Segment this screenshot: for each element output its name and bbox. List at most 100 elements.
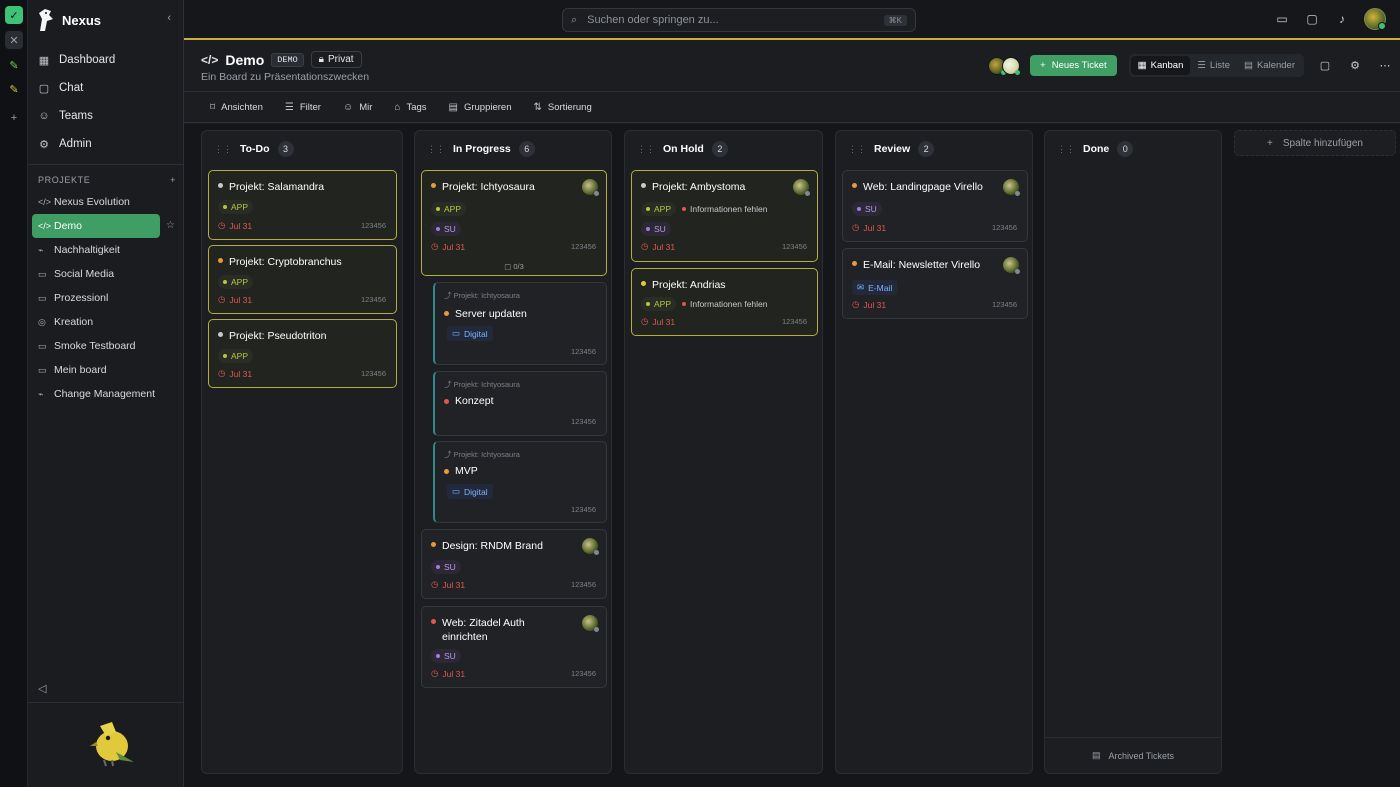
column-header[interactable]: ⋮⋮ Done 0 [1057,141,1134,157]
more-icon[interactable]: ⋯ [1376,57,1394,75]
ticket-card[interactable]: Projekt: Ichtyosaura APP SU ◷ Jul 31 1234… [421,170,607,276]
subtask-count[interactable]: ▢ 0/3 [422,262,606,271]
toolbar-filter[interactable]: ☰ Filter [285,102,321,113]
toolbar-tags[interactable]: ⌂ Tags [394,102,426,113]
column-title: On Hold [663,143,704,155]
kanban-icon: ▦ [1137,60,1147,71]
app-leaf-icon[interactable]: ✎ [5,56,23,74]
tag-su: SU [431,560,461,574]
drag-handle-icon[interactable]: ⋮⋮ [214,144,232,155]
project-label: Prozessionl [54,292,109,304]
project-list: </> Nexus Evolution </> Demo ☆ ⌁ Nachhaltigk… [32,190,180,406]
logo-icon [39,9,53,31]
main-nav: ▦ Dashboard ▢ Chat ☺ Teams ⚙ Admin [34,46,178,158]
ticket-card[interactable]: Web: Zitadel Auth einrichten SU ◷ Jul 31 … [421,606,607,688]
project-item[interactable]: ▭ Mein board [32,358,180,382]
column-header[interactable]: ⋮⋮ On Hold 2 [637,141,728,157]
nav-item-chat[interactable]: ▢ Chat [34,74,178,102]
subtask-card[interactable]: ⤴ Projekt: Ichtyosaura MVP ▭ Digital 1234… [433,441,607,523]
project-item[interactable]: </> Nexus Evolution [32,190,180,214]
member-avatars[interactable] [988,56,1021,75]
drag-handle-icon[interactable]: ⋮⋮ [848,144,866,155]
user-avatar[interactable] [1364,8,1386,30]
ticket-card[interactable]: Web: Landingpage Virello SU ◷ Jul 31 1234… [842,170,1028,242]
bell-icon[interactable]: ♪ [1334,11,1350,27]
search-bar[interactable]: ⌕ Suchen oder springen zu... ⌘K [562,8,916,32]
ticket-card[interactable]: Projekt: Ambystoma APP Informationen feh… [631,170,818,262]
messages-icon[interactable]: ▢ [1304,11,1320,27]
folder-icon: ▭ [38,364,47,375]
tag-su: SU [431,649,461,663]
project-item[interactable]: ⌁ Nachhaltigkeit [32,238,180,262]
drag-handle-icon[interactable]: ⋮⋮ [637,144,655,155]
clock-icon: ◷ [852,299,860,309]
collapse-sidebar-icon[interactable]: ‹ [167,12,171,24]
add-project-icon[interactable]: + [170,175,176,185]
view-kanban[interactable]: ▦ Kanban [1130,56,1191,75]
due-date: ◷ Jul 31 [852,299,887,310]
ticket-card[interactable]: Projekt: Pseudotriton APP ◷ Jul 31 123456 [208,319,397,388]
archived-tickets-button[interactable]: ▤ Archived Tickets [1045,737,1221,773]
column-header[interactable]: ⋮⋮ Review 2 [848,141,935,157]
brand[interactable]: Nexus [36,6,101,34]
subtask-card[interactable]: ⤴ Projekt: Ichtyosaura Server updaten ▭ D… [433,282,607,365]
bookmark-icon: ⌑ [210,102,216,113]
star-icon[interactable]: ☆ [166,220,175,231]
column-header[interactable]: ⋮⋮ To-Do 3 [214,141,294,157]
status-dot [431,183,436,188]
nav-item-dashboard[interactable]: ▦ Dashboard [34,46,178,74]
assignee-avatar[interactable] [1003,179,1020,196]
project-item[interactable]: ▭ Smoke Testboard [32,334,180,358]
drag-handle-icon[interactable]: ⋮⋮ [427,144,445,155]
app-leaf-icon-2[interactable]: ✎ [5,80,23,98]
column-header[interactable]: ⋮⋮ In Progress 6 [427,141,535,157]
toolbar-group[interactable]: ▤ Gruppieren [449,102,512,113]
view-list[interactable]: ☰ Liste [1190,56,1237,75]
ticket-card[interactable]: Projekt: Salamandra APP ◷ Jul 31 123456 [208,170,397,240]
top-actions: ▭ ▢ ♪ [1274,8,1386,30]
ticket-title: Projekt: Salamandra [229,181,325,193]
announce-icon[interactable]: ◁ [38,682,46,695]
ticket-id: 123456 [570,505,596,514]
nav-item-teams[interactable]: ☺ Teams [34,102,178,130]
project-item[interactable]: ▭ Prozessionl [32,286,180,310]
drag-handle-icon[interactable]: ⋮⋮ [1057,144,1075,155]
project-label: Social Media [54,268,115,280]
assignee-avatar[interactable] [793,179,810,196]
view-calendar[interactable]: ▤ Kalender [1237,56,1302,75]
column-count: 2 [918,141,935,157]
ticket-card[interactable]: Projekt: Cryptobranchus APP ◷ Jul 31 1234… [208,245,397,314]
toolbar-mine[interactable]: ☺ Mir [343,102,372,113]
assignee-avatar[interactable] [582,179,599,196]
ticket-card[interactable]: Projekt: Andrias APP Informationen fehle… [631,268,818,336]
ticket-card[interactable]: Design: RNDM Brand SU ◷ Jul 31 123456 [421,529,607,599]
assignee-avatar[interactable] [582,615,599,632]
comments-icon[interactable]: ▢ [1316,57,1334,75]
ticket-title: MVP [455,465,478,477]
project-item[interactable]: ⌁ Change Management [32,382,180,406]
assignee-avatar[interactable] [582,538,599,555]
add-workspace-icon[interactable]: + [5,109,23,127]
monitor-icon[interactable]: ▭ [1274,11,1290,27]
add-column-button[interactable]: + Spalte hinzufügen [1234,130,1396,156]
check-icon[interactable]: ✓ [5,6,23,24]
subtask-card[interactable]: ⤴ Projekt: Ichtyosaura Konzept 123456 [433,371,607,436]
toolbar-views[interactable]: ⌑ Ansichten [210,102,263,113]
nav-item-admin[interactable]: ⚙ Admin [34,130,178,158]
project-item-active[interactable]: </> Demo ☆ [32,214,175,238]
nav-label: Dashboard [59,54,116,66]
assignee-avatar[interactable] [1003,257,1020,274]
privacy-chip[interactable]: 🔒︎ Privat [310,51,362,68]
toolbar-sort[interactable]: ⇅ Sortierung [534,102,592,113]
ticket-card[interactable]: E-Mail: Newsletter Virello ✉︎ E-Mail ◷ Jul… [842,248,1028,319]
new-ticket-button[interactable]: + Neues Ticket [1030,55,1117,76]
status-dot [218,183,223,188]
close-icon[interactable]: ✕ [5,31,23,49]
project-item[interactable]: ◎ Kreation [32,310,180,334]
due-date: ◷ Jul 31 [218,368,253,379]
ticket-title: E-Mail: Newsletter Virello [863,259,981,271]
project-item[interactable]: ▭ Social Media [32,262,180,286]
settings-icon[interactable]: ⚙ [1346,57,1364,75]
lock-icon: 🔒︎ [318,54,324,65]
status-dot [218,332,223,337]
